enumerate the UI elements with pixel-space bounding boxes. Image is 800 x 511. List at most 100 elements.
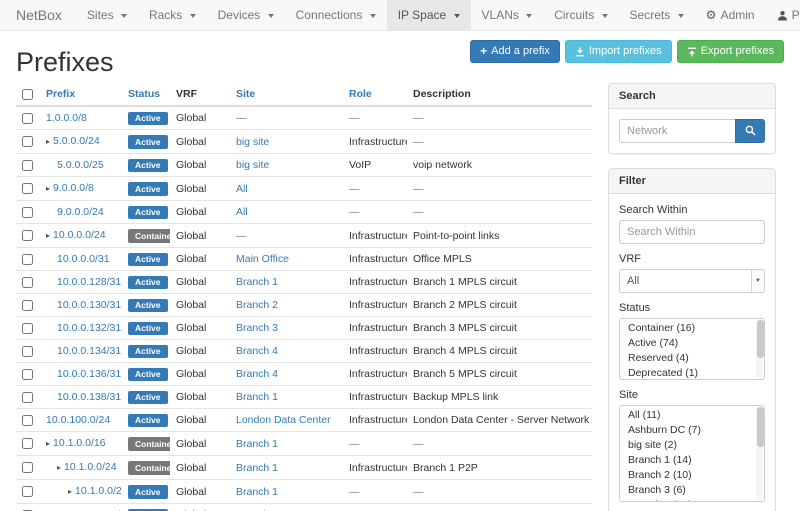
site-link[interactable]: London Data Center xyxy=(236,414,331,426)
column-header-role[interactable]: Role xyxy=(343,83,407,106)
status-option[interactable]: Active (74) xyxy=(620,336,764,351)
search-within-input[interactable] xyxy=(619,220,765,244)
brand-link[interactable]: NetBox xyxy=(0,0,76,30)
row-checkbox[interactable] xyxy=(22,486,33,497)
scrollbar-thumb[interactable] xyxy=(757,320,764,358)
nav-right: ⚙AdminProfileLog out xyxy=(695,0,800,30)
vrf-select[interactable]: All ▼ xyxy=(619,269,765,293)
prefix-link[interactable]: 10.1.0.0/24 xyxy=(64,461,117,473)
search-button[interactable] xyxy=(735,119,765,143)
prefix-cell: 5.0.0.0/25 xyxy=(40,154,122,177)
prefix-cell: 9.0.0.0/24 xyxy=(40,201,122,224)
site-option[interactable]: Branch 3 (6) xyxy=(620,483,764,498)
row-checkbox[interactable] xyxy=(22,113,33,124)
prefix-link[interactable]: 10.0.0.138/31 xyxy=(57,391,121,403)
nav-item-racks[interactable]: Racks xyxy=(138,0,207,30)
site-link[interactable]: Branch 1 xyxy=(236,438,278,450)
site-link[interactable]: Branch 4 xyxy=(236,368,278,380)
row-checkbox[interactable] xyxy=(22,346,33,357)
add-prefix-button[interactable]: + Add a prefix xyxy=(470,40,560,63)
role-cell: Infrastructure xyxy=(343,363,407,386)
column-header-status[interactable]: Status xyxy=(122,83,170,106)
select-all-checkbox[interactable] xyxy=(22,89,33,100)
site-link[interactable]: Branch 1 xyxy=(236,462,278,474)
chevron-down-icon xyxy=(268,14,274,18)
export-prefixes-button[interactable]: Export prefixes xyxy=(677,40,784,63)
prefix-link[interactable]: 10.0.0.0/31 xyxy=(57,253,110,265)
site-link[interactable]: Branch 2 xyxy=(236,299,278,311)
prefix-link[interactable]: 10.0.0.128/31 xyxy=(57,276,121,288)
site-option[interactable]: All (11) xyxy=(620,408,764,423)
nav-item-devices[interactable]: Devices xyxy=(207,0,285,30)
site-link[interactable]: All xyxy=(236,206,248,218)
status-cell: Active xyxy=(122,409,170,432)
nav-item-sites[interactable]: Sites xyxy=(76,0,138,30)
vrf-label: VRF xyxy=(619,253,765,265)
column-header-prefix[interactable]: Prefix xyxy=(40,83,122,106)
row-checkbox[interactable] xyxy=(22,300,33,311)
row-checkbox[interactable] xyxy=(22,207,33,218)
status-option[interactable]: Deprecated (1) xyxy=(620,366,764,380)
site-link[interactable]: Branch 1 xyxy=(236,276,278,288)
prefix-link[interactable]: 10.0.0.0/24 xyxy=(53,229,106,241)
row-checkbox[interactable] xyxy=(22,438,33,449)
nav-item-ip-space[interactable]: IP Space xyxy=(387,0,471,30)
row-select-cell xyxy=(16,106,40,130)
prefix-link[interactable]: 10.0.0.130/31 xyxy=(57,299,121,311)
row-checkbox[interactable] xyxy=(22,136,33,147)
row-checkbox[interactable] xyxy=(22,277,33,288)
row-checkbox[interactable] xyxy=(22,323,33,334)
nav-item-profile[interactable]: Profile xyxy=(766,0,800,30)
site-option[interactable]: Branch 2 (10) xyxy=(620,468,764,483)
nav-item-admin[interactable]: ⚙Admin xyxy=(695,0,766,30)
prefix-link[interactable]: 10.0.0.136/31 xyxy=(57,368,121,380)
row-select-cell xyxy=(16,409,40,432)
prefix-link[interactable]: 9.0.0.0/24 xyxy=(57,206,104,218)
site-link[interactable]: big site xyxy=(236,159,269,171)
prefix-link[interactable]: 10.1.0.0/16 xyxy=(53,437,106,449)
status-option[interactable]: Container (16) xyxy=(620,321,764,336)
site-option[interactable]: Branch 1 (14) xyxy=(620,453,764,468)
nav-item-vlans[interactable]: VLANs xyxy=(471,0,544,30)
nav-item-connections[interactable]: Connections xyxy=(285,0,387,30)
nav-item-circuits[interactable]: Circuits xyxy=(543,0,618,30)
row-checkbox[interactable] xyxy=(22,254,33,265)
prefix-link[interactable]: 5.0.0.0/24 xyxy=(53,135,100,147)
site-link[interactable]: big site xyxy=(236,136,269,148)
row-checkbox[interactable] xyxy=(22,160,33,171)
prefix-link[interactable]: 10.0.0.134/31 xyxy=(57,345,121,357)
site-option[interactable]: Ashburn DC (7) xyxy=(620,423,764,438)
description-cell: — xyxy=(407,106,592,130)
row-checkbox[interactable] xyxy=(22,183,33,194)
prefix-link[interactable]: 1.0.0.0/8 xyxy=(46,112,87,124)
search-input[interactable] xyxy=(619,119,735,143)
scrollbar-thumb[interactable] xyxy=(757,407,764,447)
site-link[interactable]: Branch 4 xyxy=(236,345,278,357)
column-header-site[interactable]: Site xyxy=(230,83,343,106)
description-cell: — xyxy=(407,480,592,504)
site-option[interactable]: big site (2) xyxy=(620,438,764,453)
site-link[interactable]: Branch 1 xyxy=(236,486,278,498)
prefix-link[interactable]: 9.0.0.0/8 xyxy=(53,182,94,194)
status-badge: Container xyxy=(128,229,170,243)
site-link[interactable]: Branch 3 xyxy=(236,322,278,334)
row-checkbox[interactable] xyxy=(22,462,33,473)
prefix-link[interactable]: 10.0.100.0/24 xyxy=(46,414,110,426)
description-cell: Branch 3 MPLS circuit xyxy=(407,317,592,340)
site-link[interactable]: All xyxy=(236,183,248,195)
import-prefixes-button[interactable]: Import prefixes xyxy=(565,40,672,63)
row-checkbox[interactable] xyxy=(22,369,33,380)
role-cell: — xyxy=(343,504,407,511)
row-checkbox[interactable] xyxy=(22,230,33,241)
prefix-link[interactable]: 10.0.0.132/31 xyxy=(57,322,121,334)
site-link[interactable]: Branch 1 xyxy=(236,391,278,403)
site-link[interactable]: Main Office xyxy=(236,253,289,265)
vrf-cell: Global xyxy=(170,409,230,432)
site-option[interactable]: Branch 4 (12) xyxy=(620,498,764,502)
prefix-link[interactable]: 10.1.0.0/25 xyxy=(75,485,122,497)
row-checkbox[interactable] xyxy=(22,415,33,426)
row-checkbox[interactable] xyxy=(22,392,33,403)
prefix-link[interactable]: 5.0.0.0/25 xyxy=(57,159,104,171)
nav-item-secrets[interactable]: Secrets xyxy=(619,0,695,30)
status-option[interactable]: Reserved (4) xyxy=(620,351,764,366)
